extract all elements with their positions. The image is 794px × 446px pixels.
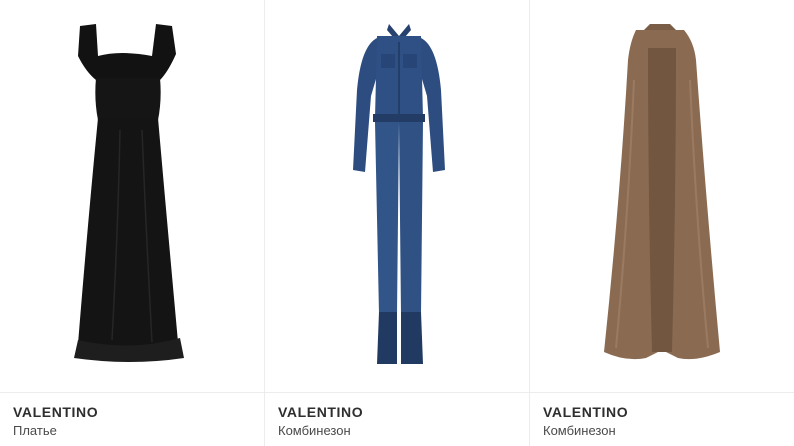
product-type: Платье [13,423,57,438]
product-card-3[interactable]: VALENTINO Комбинезон [530,0,794,446]
card-divider [0,392,264,393]
product-image-jumpsuit-denim[interactable] [265,0,529,392]
product-image-jumpsuit-brown[interactable] [530,0,794,392]
dress-illustration [74,24,184,362]
card-divider [265,392,529,393]
product-type: Комбинезон [543,423,616,438]
product-brand[interactable]: VALENTINO [278,404,363,420]
jumpsuit-denim-illustration [353,24,445,364]
product-type: Комбинезон [278,423,351,438]
product-image-dress[interactable] [0,0,264,392]
product-brand[interactable]: VALENTINO [13,404,98,420]
product-card-1[interactable]: VALENTINO Платье [0,0,265,446]
product-brand[interactable]: VALENTINO [543,404,628,420]
product-card-2[interactable]: VALENTINO Комбинезон [265,0,530,446]
jumpsuit-brown-illustration [604,24,720,360]
product-grid: VALENTINO Платье VALENTINO Комбинезон VA… [0,0,794,446]
card-divider [530,392,794,393]
